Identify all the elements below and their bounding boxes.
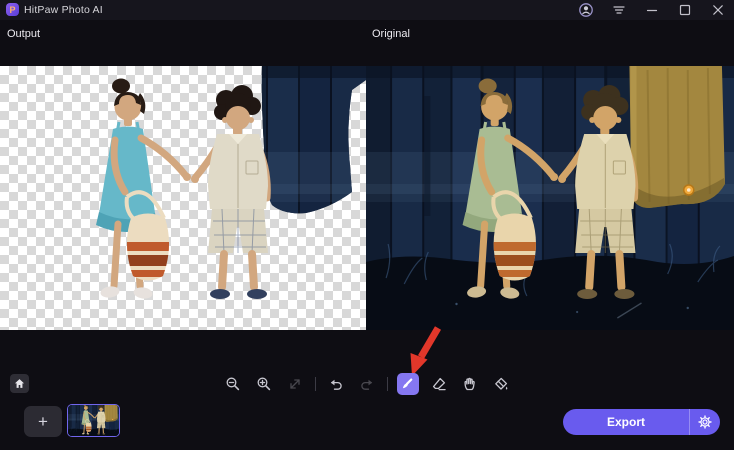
tutorial-arrow — [403, 326, 445, 378]
export-label: Export — [563, 409, 689, 435]
minimize-button[interactable] — [644, 2, 660, 18]
eraser-icon — [431, 376, 447, 392]
hitpaw-logo-icon: P — [6, 3, 19, 16]
fill-button[interactable] — [490, 373, 512, 395]
original-photo-thumbnail — [68, 405, 119, 436]
export-button[interactable]: Export — [563, 409, 720, 435]
expand-icon — [287, 376, 303, 392]
output-label: Output — [7, 28, 40, 40]
hand-button[interactable] — [459, 373, 481, 395]
image-thumbnail[interactable] — [67, 404, 120, 437]
hand-icon — [462, 376, 478, 392]
brush-icon — [401, 377, 415, 391]
close-icon — [710, 2, 726, 18]
compare-canvas — [0, 66, 734, 330]
home-button[interactable] — [10, 374, 29, 393]
eraser-button[interactable] — [428, 373, 450, 395]
maximize-button[interactable] — [677, 2, 693, 18]
tool-group — [222, 373, 512, 395]
brush-button[interactable] — [397, 373, 419, 395]
gear-icon — [698, 415, 712, 429]
fill-bucket-icon — [493, 376, 509, 392]
minimize-icon — [644, 2, 660, 18]
zoom-in-icon — [256, 376, 272, 392]
export-settings-button[interactable] — [689, 409, 720, 435]
app-window: P HitPaw Photo AI — [0, 0, 734, 450]
maximize-icon — [677, 2, 693, 18]
account-button[interactable] — [578, 2, 594, 18]
undo-icon — [328, 376, 344, 392]
zoom-out-icon — [225, 376, 241, 392]
titlebar-controls — [578, 0, 726, 20]
redo-button[interactable] — [356, 373, 378, 395]
toolbar-divider — [387, 377, 388, 391]
app-title: HitPaw Photo AI — [24, 4, 103, 16]
zoom-in-button[interactable] — [253, 373, 275, 395]
original-preview[interactable] — [366, 66, 734, 330]
original-photo-image — [366, 66, 734, 330]
plus-icon: + — [38, 413, 48, 430]
menu-button[interactable] — [611, 2, 627, 18]
home-icon — [13, 377, 26, 390]
toolbar-divider — [315, 377, 316, 391]
logo-letter: P — [9, 5, 15, 15]
undo-button[interactable] — [325, 373, 347, 395]
close-button[interactable] — [710, 2, 726, 18]
add-image-button[interactable]: + — [24, 406, 62, 437]
window-titlebar: P HitPaw Photo AI — [0, 0, 734, 20]
output-cutout-image — [0, 66, 366, 330]
zoom-out-button[interactable] — [222, 373, 244, 395]
redo-icon — [359, 376, 375, 392]
output-preview[interactable] — [0, 66, 366, 330]
original-label: Original — [372, 28, 410, 40]
account-icon — [578, 2, 594, 18]
menu-icon — [611, 2, 627, 18]
expand-button[interactable] — [284, 373, 306, 395]
